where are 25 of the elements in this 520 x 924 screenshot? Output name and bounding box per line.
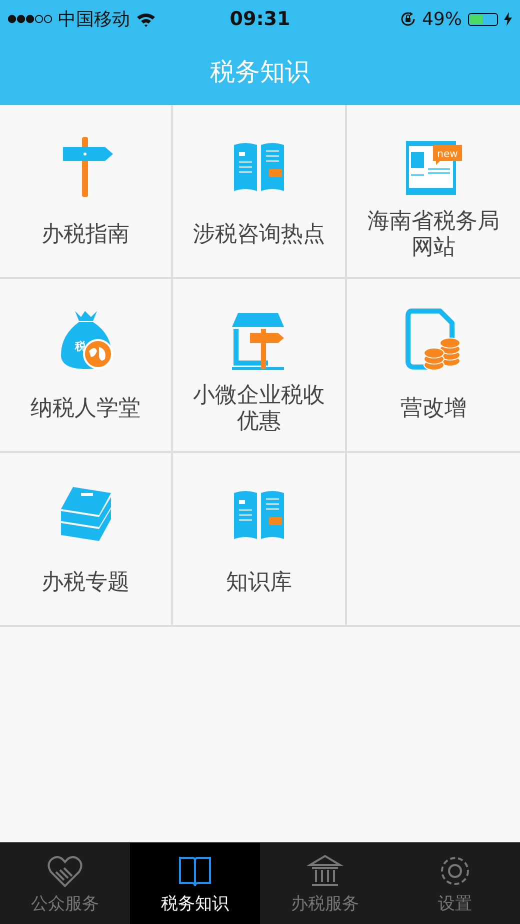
tile-label: 知识库 bbox=[224, 569, 293, 597]
tile-label: 办税指南 bbox=[40, 221, 131, 249]
menu-tile[interactable]: 涉税咨询热点 bbox=[173, 105, 347, 279]
tile-label: 营改增 bbox=[399, 395, 468, 423]
tab-item[interactable]: 税务知识 bbox=[130, 843, 260, 924]
tab-item[interactable]: 办税服务 bbox=[260, 843, 390, 924]
signal-icon bbox=[8, 14, 52, 24]
tile-label: 涉税咨询热点 bbox=[192, 221, 326, 249]
menu-tile[interactable]: 办税指南 bbox=[0, 105, 174, 279]
page-title: 税务知识 bbox=[210, 56, 310, 88]
tab-item[interactable]: 设置 bbox=[390, 843, 520, 924]
tile-label: 办税专题 bbox=[40, 569, 131, 597]
carrier-name: 中国移动 bbox=[58, 8, 130, 31]
battery-icon bbox=[468, 12, 498, 26]
wifi-icon bbox=[136, 12, 156, 26]
tile-label: 海南省税务局网站 bbox=[366, 208, 500, 262]
menu-tile[interactable]: new 海南省税务局网站 bbox=[346, 105, 520, 279]
rotation-lock-icon bbox=[400, 11, 416, 27]
menu-tile[interactable]: 小微企业税收优惠 bbox=[173, 279, 347, 453]
battery-percent: 49% bbox=[422, 8, 462, 30]
tile-label: 纳税人学堂 bbox=[30, 395, 142, 423]
tab-item[interactable]: 公众服务 bbox=[0, 843, 130, 924]
clock-time: 09:31 bbox=[230, 8, 290, 30]
menu-tile[interactable]: 营改增 bbox=[346, 279, 520, 453]
tile-label: 小微企业税收优惠 bbox=[192, 382, 326, 436]
